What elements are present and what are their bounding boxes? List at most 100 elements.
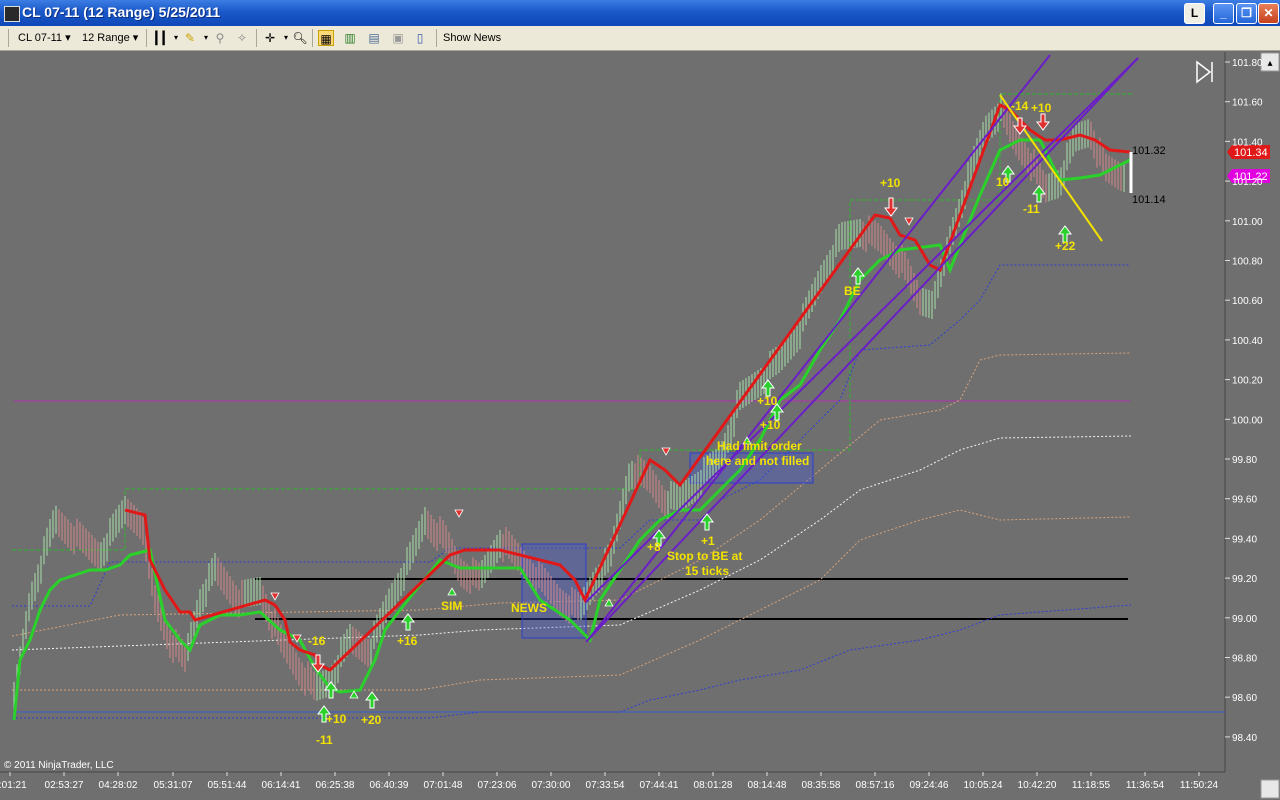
annotation-label: +22	[1055, 239, 1076, 253]
pencil-icon[interactable]: ✎	[182, 30, 198, 46]
annotation-label: 15 ticks	[685, 564, 729, 578]
time-tick-label: 10:42:20	[1018, 780, 1057, 791]
last-low-label: 101.14	[1132, 194, 1166, 206]
zoom-icon[interactable]: 🔍︎	[292, 30, 308, 46]
title-bar: CL 07-11 (12 Range) 5/25/2011 L _ ❐ ✕	[0, 0, 1280, 26]
annotation-label: +1	[701, 534, 715, 548]
toolbar-separator	[436, 29, 437, 47]
chart-panel[interactable]: ▴ -16 +10 -11 +20 +16 SIM NEWS +8 +1 Sto…	[0, 52, 1280, 800]
annotation-label: BE	[844, 284, 861, 298]
annotation-label: NEWS	[511, 601, 547, 615]
price-tick-label: 101.40	[1232, 137, 1263, 148]
toolbar-separator	[256, 29, 257, 47]
price-tick-label: 100.00	[1232, 415, 1263, 426]
price-tick-label: 101.20	[1232, 177, 1263, 188]
annotation-label: -16	[308, 634, 326, 648]
price-tick-label: 98.60	[1232, 693, 1257, 704]
time-tick-label: 09:24:46	[910, 780, 949, 791]
time-tick-label: 07:33:54	[586, 780, 625, 791]
price-tick-label: 99.40	[1232, 534, 1257, 545]
annotation-label: +10	[757, 394, 778, 408]
time-tick-label: 07:23:06	[478, 780, 517, 791]
price-tick-label: 99.80	[1232, 455, 1257, 466]
price-tick-label: 99.60	[1232, 495, 1257, 506]
annotation-label: -11	[1023, 202, 1040, 216]
time-tick-label: 07:01:48	[424, 780, 463, 791]
chart-app-icon	[4, 6, 20, 22]
annotation-label: +10	[1031, 101, 1052, 115]
indicators-icon[interactable]: ▥	[342, 30, 358, 46]
interval-label: 12 Range	[82, 32, 130, 44]
price-tick-label: 100.60	[1232, 296, 1263, 307]
price-tick-label: 98.80	[1232, 654, 1257, 665]
annotation-label: Stop to BE at	[667, 549, 742, 563]
time-tick-label: 06:25:38	[316, 780, 355, 791]
time-tick-label: 02:53:27	[45, 780, 84, 791]
annotation-label: +10	[880, 176, 901, 190]
annotation-label: +20	[361, 713, 382, 727]
time-tick-label: 2:01:21	[0, 780, 27, 791]
price-tick-label: 100.80	[1232, 257, 1263, 268]
time-tick-label: 08:14:48	[748, 780, 787, 791]
price-marker-red-label: 101.34	[1234, 147, 1268, 159]
chart-toolbar: CL 07-11 ▾ 12 Range ▾ ┃┃ ▾ ✎ ▾ ⚲ ✧ ✛ ▾ 🔍…	[0, 26, 1280, 51]
instrument-label: CL 07-11	[18, 32, 63, 44]
time-tick-label: 05:51:44	[208, 780, 247, 791]
price-tick-label: 99.20	[1232, 574, 1257, 585]
price-tick-label: 101.00	[1232, 217, 1263, 228]
interval-selector[interactable]: 12 Range ▾	[82, 30, 138, 46]
strategies-icon[interactable]: ▤	[366, 30, 382, 46]
bar-style-icon[interactable]: ┃┃	[152, 30, 168, 46]
annotation-label: SIM	[441, 599, 462, 613]
time-tick-label: 05:31:07	[154, 780, 193, 791]
copyright-label: © 2011 NinjaTrader, LLC	[4, 760, 114, 771]
time-tick-label: 08:01:28	[694, 780, 733, 791]
crosshair-icon[interactable]: ✛	[262, 30, 278, 46]
chevron-down-icon: ▾	[65, 32, 71, 44]
annotation-label: +10	[760, 418, 781, 432]
time-tick-label: 11:50:24	[1180, 780, 1219, 791]
price-tick-label: 101.80	[1232, 58, 1263, 69]
time-tick-label: 04:28:02	[99, 780, 138, 791]
toolbar-separator	[146, 29, 147, 47]
price-tick-label: 98.40	[1232, 733, 1257, 744]
templates-icon[interactable]: ▯	[412, 30, 428, 46]
time-tick-label: 06:14:41	[262, 780, 301, 791]
svg-text:▴: ▴	[1267, 58, 1272, 69]
magnet-icon[interactable]: ⚲	[212, 30, 228, 46]
time-tick-label: 11:36:54	[1126, 780, 1165, 791]
price-tick-label: 101.60	[1232, 98, 1263, 109]
price-tick-label: 100.40	[1232, 336, 1263, 347]
annotation-label: +8	[647, 540, 661, 554]
data-box-icon[interactable]: ▦	[318, 30, 334, 46]
snap-icon[interactable]: ✧	[234, 30, 250, 46]
time-tick-label: 08:35:58	[802, 780, 841, 791]
maximize-button[interactable]: ❐	[1236, 3, 1257, 24]
time-tick-label: 08:57:16	[856, 780, 895, 791]
annotation-label: 10	[996, 175, 1010, 189]
price-tick-label: 99.00	[1232, 614, 1257, 625]
price-tick-label: 100.20	[1232, 376, 1263, 387]
toolbar-grip	[8, 29, 9, 47]
chevron-down-icon: ▾	[132, 32, 139, 44]
annotation-label: here and not filled	[706, 454, 809, 468]
properties-icon[interactable]: ▣	[390, 30, 406, 46]
time-tick-label: 06:40:39	[370, 780, 409, 791]
annotation-label: -14	[1011, 99, 1029, 113]
time-tick-label: 07:30:00	[532, 780, 571, 791]
annotation-label: Had limit order	[717, 439, 802, 453]
time-tick-label: 07:44:41	[640, 780, 679, 791]
instrument-selector[interactable]: CL 07-11 ▾	[18, 30, 71, 46]
annotation-label: +16	[397, 634, 418, 648]
last-high-label: 101.32	[1132, 145, 1166, 157]
window-title: CL 07-11 (12 Range) 5/25/2011	[22, 4, 221, 20]
toolbar-separator	[312, 29, 313, 47]
time-tick-label: 11:18:55	[1072, 780, 1111, 791]
close-button[interactable]: ✕	[1258, 3, 1279, 24]
time-tick-label: 10:05:24	[964, 780, 1003, 791]
scroll-right-button[interactable]	[1260, 779, 1280, 799]
show-news-button[interactable]: Show News	[443, 30, 501, 46]
annotation-label: -11	[316, 733, 333, 747]
minimize-button[interactable]: _	[1213, 3, 1234, 24]
link-button[interactable]: L	[1184, 3, 1205, 24]
